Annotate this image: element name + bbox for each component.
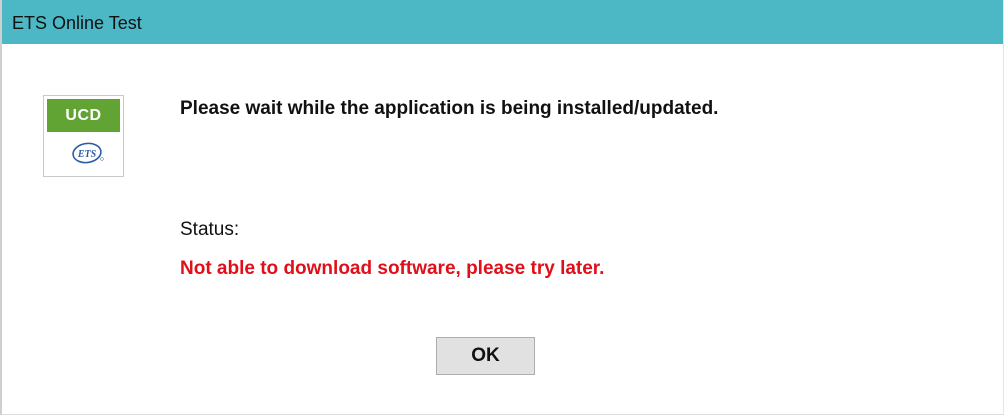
install-message: Please wait while the application is bei… <box>180 98 719 119</box>
dialog-window: ETS Online Test UCD ETS Please wait whil… <box>0 0 1004 415</box>
status-label: Status: <box>180 219 240 240</box>
ets-logo-icon: ETS <box>72 142 104 164</box>
ucd-badge: UCD <box>47 99 120 132</box>
title-bar[interactable]: ETS Online Test <box>2 0 1003 44</box>
ok-button[interactable]: OK <box>436 337 535 375</box>
window-title: ETS Online Test <box>12 13 142 33</box>
ucd-ets-logo: UCD ETS <box>43 95 124 177</box>
ets-logo-text: ETS <box>77 149 97 160</box>
status-error-text: Not able to download software, please tr… <box>180 258 605 279</box>
